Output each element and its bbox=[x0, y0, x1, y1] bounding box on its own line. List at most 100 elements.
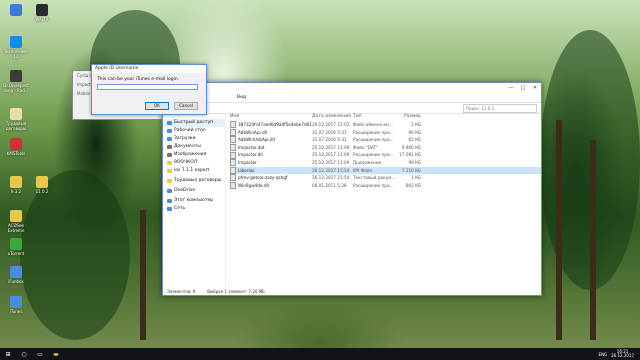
nav-item-label: Сеть bbox=[174, 206, 186, 211]
status-bar: Элементов: 9 Выбран 1 элемент: 7,20 МБ bbox=[163, 287, 541, 295]
file-name-cell: AdbWinApi.dll bbox=[230, 128, 312, 137]
column-name[interactable]: Имя bbox=[230, 113, 312, 121]
folder-icon bbox=[167, 161, 172, 165]
app-icon bbox=[10, 36, 22, 48]
app-icon bbox=[10, 296, 22, 308]
search-icon[interactable]: ○ bbox=[16, 348, 32, 360]
username-input[interactable] bbox=[97, 84, 198, 90]
desktop-icon[interactable]: WALTR bbox=[28, 4, 56, 22]
file-type: Файл обмена ин... bbox=[353, 122, 393, 127]
folder-icon bbox=[167, 153, 172, 157]
file-row[interactable]: pfrev-getolo-zazy-qshgf 26.12.2017 15:54 Т… bbox=[230, 174, 541, 182]
nav-item[interactable]: Изображения bbox=[163, 151, 225, 159]
nav-item[interactable]: Трудовые договоры bbox=[163, 177, 225, 185]
file-name: Impactor.dll bbox=[238, 152, 263, 158]
file-icon bbox=[230, 182, 236, 190]
desktop-icon-label: Трудовые договоры bbox=[5, 121, 27, 131]
desktop-icon-label: ACDSee Extreme bbox=[7, 223, 25, 233]
language-indicator[interactable]: ENG bbox=[598, 352, 607, 357]
file-row[interactable]: 387324fc47aed0d9a0f5e4ebe7d0133b...26.12… bbox=[230, 121, 541, 129]
app-icon bbox=[10, 138, 22, 150]
maximize-button[interactable]: □ bbox=[517, 85, 529, 91]
file-name-cell: Impactor bbox=[230, 159, 312, 167]
tab-view[interactable]: Вид bbox=[237, 95, 246, 100]
desktop-icon[interactable] bbox=[2, 4, 30, 17]
folder-icon bbox=[167, 199, 172, 203]
nav-item[interactable]: Загрузки bbox=[163, 135, 225, 143]
file-date: 26.12.2017 15:54 bbox=[312, 167, 350, 173]
app-icon bbox=[10, 176, 22, 188]
column-headers: Имя Дата изменения Тип Размер bbox=[230, 113, 541, 121]
file-size: 7 216 КБ bbox=[401, 167, 421, 173]
file-row[interactable]: AdbWinUsbApi.dll 31.07.2016 5:31 Расширени… bbox=[230, 136, 541, 144]
file-row[interactable]: Liberios 26.12.2017 15:54 IPA Файл 7 216 КБ bbox=[230, 166, 541, 175]
file-name: Impactor.dat bbox=[238, 144, 265, 150]
desktop-icon[interactable]: 11.0.2 bbox=[28, 176, 56, 194]
file-date: 08.01.2011 5:28 bbox=[312, 182, 347, 188]
file-explorer-window[interactable]: — □ ✕ Вид Поиск: 11.0.2 Быстрый доступ Ра… bbox=[162, 82, 542, 296]
desktop-icon[interactable]: iTunes bbox=[2, 296, 30, 314]
file-icon bbox=[230, 144, 236, 152]
minimize-button[interactable]: — bbox=[505, 85, 517, 91]
nav-item[interactable]: ios 7.1.1 export bbox=[163, 167, 225, 175]
desktop-icon[interactable]: Dr.Divespect song - Rad... bbox=[2, 70, 30, 93]
app-icon bbox=[10, 70, 22, 82]
file-type: Приложение bbox=[353, 159, 382, 165]
file-name-cell: 387324fc47aed0d9a0f5e4ebe7d0133b... bbox=[230, 121, 312, 129]
file-row[interactable]: Impactor.dll 25.10.2017 11:09 Расширение п… bbox=[230, 151, 541, 159]
file-date: 25.10.2017 11:09 bbox=[312, 144, 350, 150]
task-view-icon[interactable]: ▭ bbox=[32, 348, 48, 360]
folder-icon bbox=[167, 207, 172, 211]
file-name-cell: Impactor.dll bbox=[230, 151, 312, 159]
file-type: Расширение при... bbox=[353, 182, 394, 188]
nav-item[interactable]: Рабочий стол bbox=[163, 127, 225, 135]
nav-item[interactable]: Быстрый доступ bbox=[163, 119, 225, 127]
column-size[interactable]: Размер bbox=[397, 113, 421, 121]
search-input[interactable]: Поиск: 11.0.2 bbox=[463, 103, 537, 113]
taskbar: ⊞ ○ ▭ ▬ ENG 16:21 26.12.2017 bbox=[0, 348, 640, 360]
column-date[interactable]: Дата изменения bbox=[312, 113, 353, 121]
file-name: Win6gw4de.dll bbox=[238, 182, 269, 188]
apple-id-dialog[interactable]: Apple ID Username This can be your iTune… bbox=[91, 64, 207, 115]
dialog-title: Apple ID Username bbox=[92, 65, 206, 73]
column-type[interactable]: Тип bbox=[353, 113, 397, 121]
file-date: 26.12.2017 15:02 bbox=[312, 122, 350, 127]
file-icon bbox=[230, 166, 236, 174]
file-row[interactable]: Win6gw4de.dll 08.01.2011 5:28 Расширение п… bbox=[230, 182, 541, 190]
nav-item[interactable]: OneDrive bbox=[163, 187, 225, 195]
desktop-icon[interactable]: Трудовые договоры bbox=[2, 108, 30, 131]
file-name: AdbWinApi.dll bbox=[238, 129, 267, 135]
nav-item[interactable]: 9ООЧКОЛ bbox=[163, 159, 225, 167]
desktop-icon[interactable]: ACDSee Extreme bbox=[2, 210, 30, 233]
file-row[interactable]: Impactor 25.10.2017 11:09 Приложение 99 КБ bbox=[230, 159, 541, 167]
file-type: Файл "DAT" bbox=[353, 144, 379, 150]
desktop-icon[interactable]: KMSTools bbox=[2, 138, 30, 156]
desktop-icon[interactable]: TeamViewer 12 bbox=[2, 36, 30, 59]
file-name: Impactor bbox=[238, 159, 257, 165]
nav-item-label: Изображения bbox=[174, 152, 207, 157]
app-icon bbox=[10, 108, 22, 120]
desktop-icon-label: Dr.Divespect song - Rad... bbox=[3, 83, 29, 93]
ok-button[interactable]: OK bbox=[145, 102, 169, 110]
dialog-prompt: This can be your iTunes e-mail login. bbox=[97, 77, 180, 82]
nav-item-label: Рабочий стол bbox=[174, 128, 206, 133]
nav-item[interactable]: Этот компьютер bbox=[163, 197, 225, 205]
start-button[interactable]: ⊞ bbox=[0, 348, 16, 360]
app-icon bbox=[10, 210, 22, 222]
desktop-icon[interactable]: 9.3.2 bbox=[2, 176, 30, 194]
file-row[interactable]: AdbWinApi.dll 31.07.2016 5:31 Расширение п… bbox=[230, 128, 541, 137]
file-type: IPA Файл bbox=[353, 167, 373, 173]
desktop-icon-label: uTorrent bbox=[7, 251, 25, 256]
clock[interactable]: 16:21 26.12.2017 bbox=[611, 349, 634, 359]
file-row[interactable]: Impactor.dat 25.10.2017 11:09 Файл "DAT" 9 … bbox=[230, 144, 541, 152]
nav-item[interactable]: Сеть bbox=[163, 205, 225, 213]
explorer-taskbar-icon[interactable]: ▬ bbox=[48, 348, 64, 360]
cancel-button[interactable]: Cancel bbox=[174, 102, 198, 110]
folder-icon bbox=[167, 189, 172, 193]
desktop-icon[interactable]: uTorrent bbox=[2, 238, 30, 256]
nav-item[interactable]: Документы bbox=[163, 143, 225, 151]
close-button[interactable]: ✕ bbox=[529, 85, 541, 91]
file-name: pfrev-getolo-zazy-qshgf bbox=[238, 175, 288, 181]
desktop-icon[interactable]: iFunbox bbox=[2, 266, 30, 284]
file-date: 31.07.2016 5:31 bbox=[312, 129, 347, 135]
